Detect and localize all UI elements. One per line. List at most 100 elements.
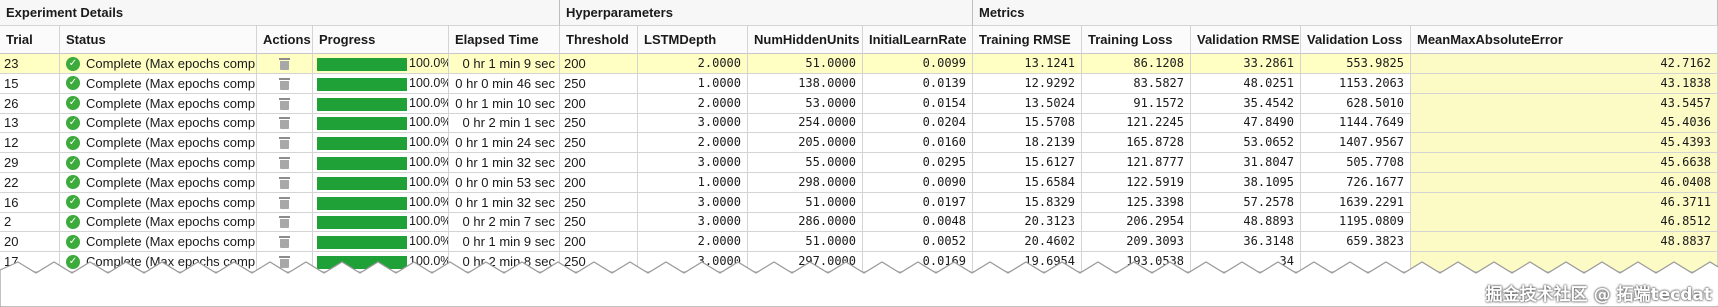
cell-num-hidden-units: 53.0000 (748, 93, 863, 114)
cell-threshold: 200 (560, 172, 638, 193)
cell-status: ✓ Complete (Max epochs completed) (60, 172, 257, 193)
check-circle-icon: ✓ (66, 214, 80, 229)
cell-initial-learn-rate: 0.0052 (863, 232, 973, 253)
cell-training-loss: 83.5827 (1082, 73, 1191, 94)
column-header-initial-learn-rate[interactable]: InitialLearnRate (863, 26, 973, 54)
table-row[interactable]: 15 ✓ Complete (Max epochs completed) 100.0%… (0, 73, 1718, 94)
cell-training-rmse: 15.6127 (973, 153, 1082, 173)
column-header-actions[interactable]: Actions (257, 26, 313, 54)
progress-fill (317, 157, 407, 170)
trash-icon[interactable] (279, 216, 290, 229)
cell-actions[interactable] (257, 172, 313, 193)
cell-initial-learn-rate: 0.0048 (863, 212, 973, 233)
cell-validation-rmse: 48.0251 (1191, 73, 1301, 94)
cell-elapsed-time: 0 hr 1 min 32 sec (449, 192, 560, 213)
trash-icon[interactable] (279, 97, 290, 110)
check-circle-icon: ✓ (66, 135, 80, 150)
table-row[interactable]: 22 ✓ Complete (Max epochs completed) 100.0%… (0, 172, 1718, 193)
column-header-training-loss[interactable]: Training Loss (1082, 26, 1191, 54)
cell-threshold: 250 (560, 192, 638, 213)
trash-icon[interactable] (279, 236, 290, 249)
column-header-mean-max-absolute-error[interactable]: MeanMaxAbsoluteError (1411, 26, 1718, 54)
column-header-progress[interactable]: Progress (313, 26, 449, 54)
column-header-num-hidden-units[interactable]: NumHiddenUnits (748, 26, 863, 54)
trash-icon[interactable] (279, 196, 290, 209)
progress-bar (317, 216, 407, 230)
status-text: Complete (Max epochs completed) (86, 75, 257, 91)
cell-num-hidden-units: 254.0000 (748, 113, 863, 134)
trash-icon[interactable] (279, 137, 290, 150)
column-header-status[interactable]: Status (60, 26, 257, 54)
cell-num-hidden-units: 138.0000 (748, 73, 863, 94)
column-header-validation-loss[interactable]: Validation Loss (1301, 26, 1411, 54)
cell-lstm-depth: 3.0000 (638, 192, 748, 213)
progress-label: 100.0% (409, 135, 449, 150)
cell-mean-max-absolute-error: 43.5457 (1411, 93, 1718, 114)
cell-actions[interactable] (257, 153, 313, 173)
table-row[interactable]: 2✓Complete (Max epochs completed)100.0%0… (0, 212, 1718, 233)
progress-fill (317, 236, 407, 250)
cell-num-hidden-units: 205.0000 (748, 133, 863, 154)
cell-training-rmse: 15.6584 (973, 172, 1082, 193)
cell-threshold: 200 (560, 153, 638, 173)
progress-label: 100.0% (409, 234, 449, 249)
cell-trial: 26 (0, 93, 60, 114)
column-header-lstm-depth[interactable]: LSTMDepth (638, 26, 748, 54)
trash-icon[interactable] (279, 77, 290, 90)
cell-training-rmse: 20.3123 (973, 212, 1082, 233)
table-row[interactable]: 20 ✓ Complete (Max epochs completed) 100.0%… (0, 232, 1718, 253)
cell-status: ✓ Complete (Max epochs completed) (60, 133, 257, 154)
column-header-validation-rmse[interactable]: Validation RMSE (1191, 26, 1301, 54)
cell-actions[interactable] (257, 212, 313, 233)
cell-mean-max-absolute-error: 45.6638 (1411, 153, 1718, 173)
table-row[interactable]: 26 ✓ Complete (Max epochs completed) 100.0%… (0, 93, 1718, 114)
cell-validation-loss: 553.9825 (1301, 54, 1411, 74)
cell-mean-max-absolute-error: 43.1838 (1411, 73, 1718, 94)
cell-progress: 100.0% (313, 192, 449, 213)
cell-actions[interactable] (257, 232, 313, 253)
check-circle-icon: ✓ (66, 76, 80, 91)
cell-mean-max-absolute-error: 48.8837 (1411, 232, 1718, 253)
status-text: Complete (Max epochs completed) (86, 95, 257, 111)
cell-progress: 100.0% (313, 133, 449, 154)
cell-actions[interactable] (257, 133, 313, 154)
trash-icon[interactable] (279, 176, 290, 189)
status-text: Complete (Max epochs completed) (86, 234, 257, 250)
table-row[interactable]: 16 ✓ Complete (Max epochs completed) 100.0%… (0, 192, 1718, 213)
cell-trial: 29 (0, 153, 60, 173)
column-header-trial[interactable]: Trial (0, 26, 60, 54)
column-header-row: Trial Status Actions Progress Elapsed Time Th… (0, 26, 1718, 54)
cell-actions[interactable] (257, 54, 313, 74)
cell-training-loss: 121.2245 (1082, 113, 1191, 134)
column-header-elapsed-time[interactable]: Elapsed Time (449, 26, 560, 54)
trash-icon[interactable] (279, 157, 290, 169)
check-circle-icon: ✓ (66, 56, 80, 71)
progress-bar (317, 157, 407, 170)
cell-actions[interactable] (257, 73, 313, 94)
check-circle-icon: ✓ (66, 96, 80, 111)
progress-label: 100.0% (409, 75, 449, 90)
progress-fill (317, 77, 407, 91)
status-text: Complete (Max epochs completed) (86, 214, 257, 230)
cell-actions[interactable] (257, 192, 313, 213)
table-row[interactable]: 23 ✓ Complete (Max epochs completed) 100.0%… (0, 54, 1718, 74)
table-row[interactable]: 13 ✓ Complete (Max epochs completed) 100.0%… (0, 113, 1718, 134)
cell-elapsed-time: 0 hr 1 min 10 sec (449, 93, 560, 114)
cell-num-hidden-units: 286.0000 (748, 212, 863, 233)
column-header-training-rmse[interactable]: Training RMSE (973, 26, 1082, 54)
cell-initial-learn-rate: 0.0204 (863, 113, 973, 134)
cell-mean-max-absolute-error: 46.0408 (1411, 172, 1718, 193)
trash-icon[interactable] (279, 58, 290, 70)
table-row[interactable]: 12 ✓ Complete (Max epochs completed) 100.0%… (0, 133, 1718, 154)
trash-icon[interactable] (279, 117, 290, 130)
table-row[interactable]: 29 ✓ Complete (Max epochs completed) 100.0%… (0, 153, 1718, 173)
cell-threshold: 250 (560, 212, 638, 233)
cell-actions[interactable] (257, 113, 313, 134)
cell-num-hidden-units: 298.0000 (748, 172, 863, 193)
cell-training-loss: 122.5919 (1082, 172, 1191, 193)
status-text: Complete (Max epochs completed) (86, 194, 257, 210)
cell-progress: 100.0% (313, 212, 449, 233)
cell-actions[interactable] (257, 93, 313, 114)
cell-validation-rmse: 31.8047 (1191, 153, 1301, 173)
column-header-threshold[interactable]: Threshold (560, 26, 638, 54)
